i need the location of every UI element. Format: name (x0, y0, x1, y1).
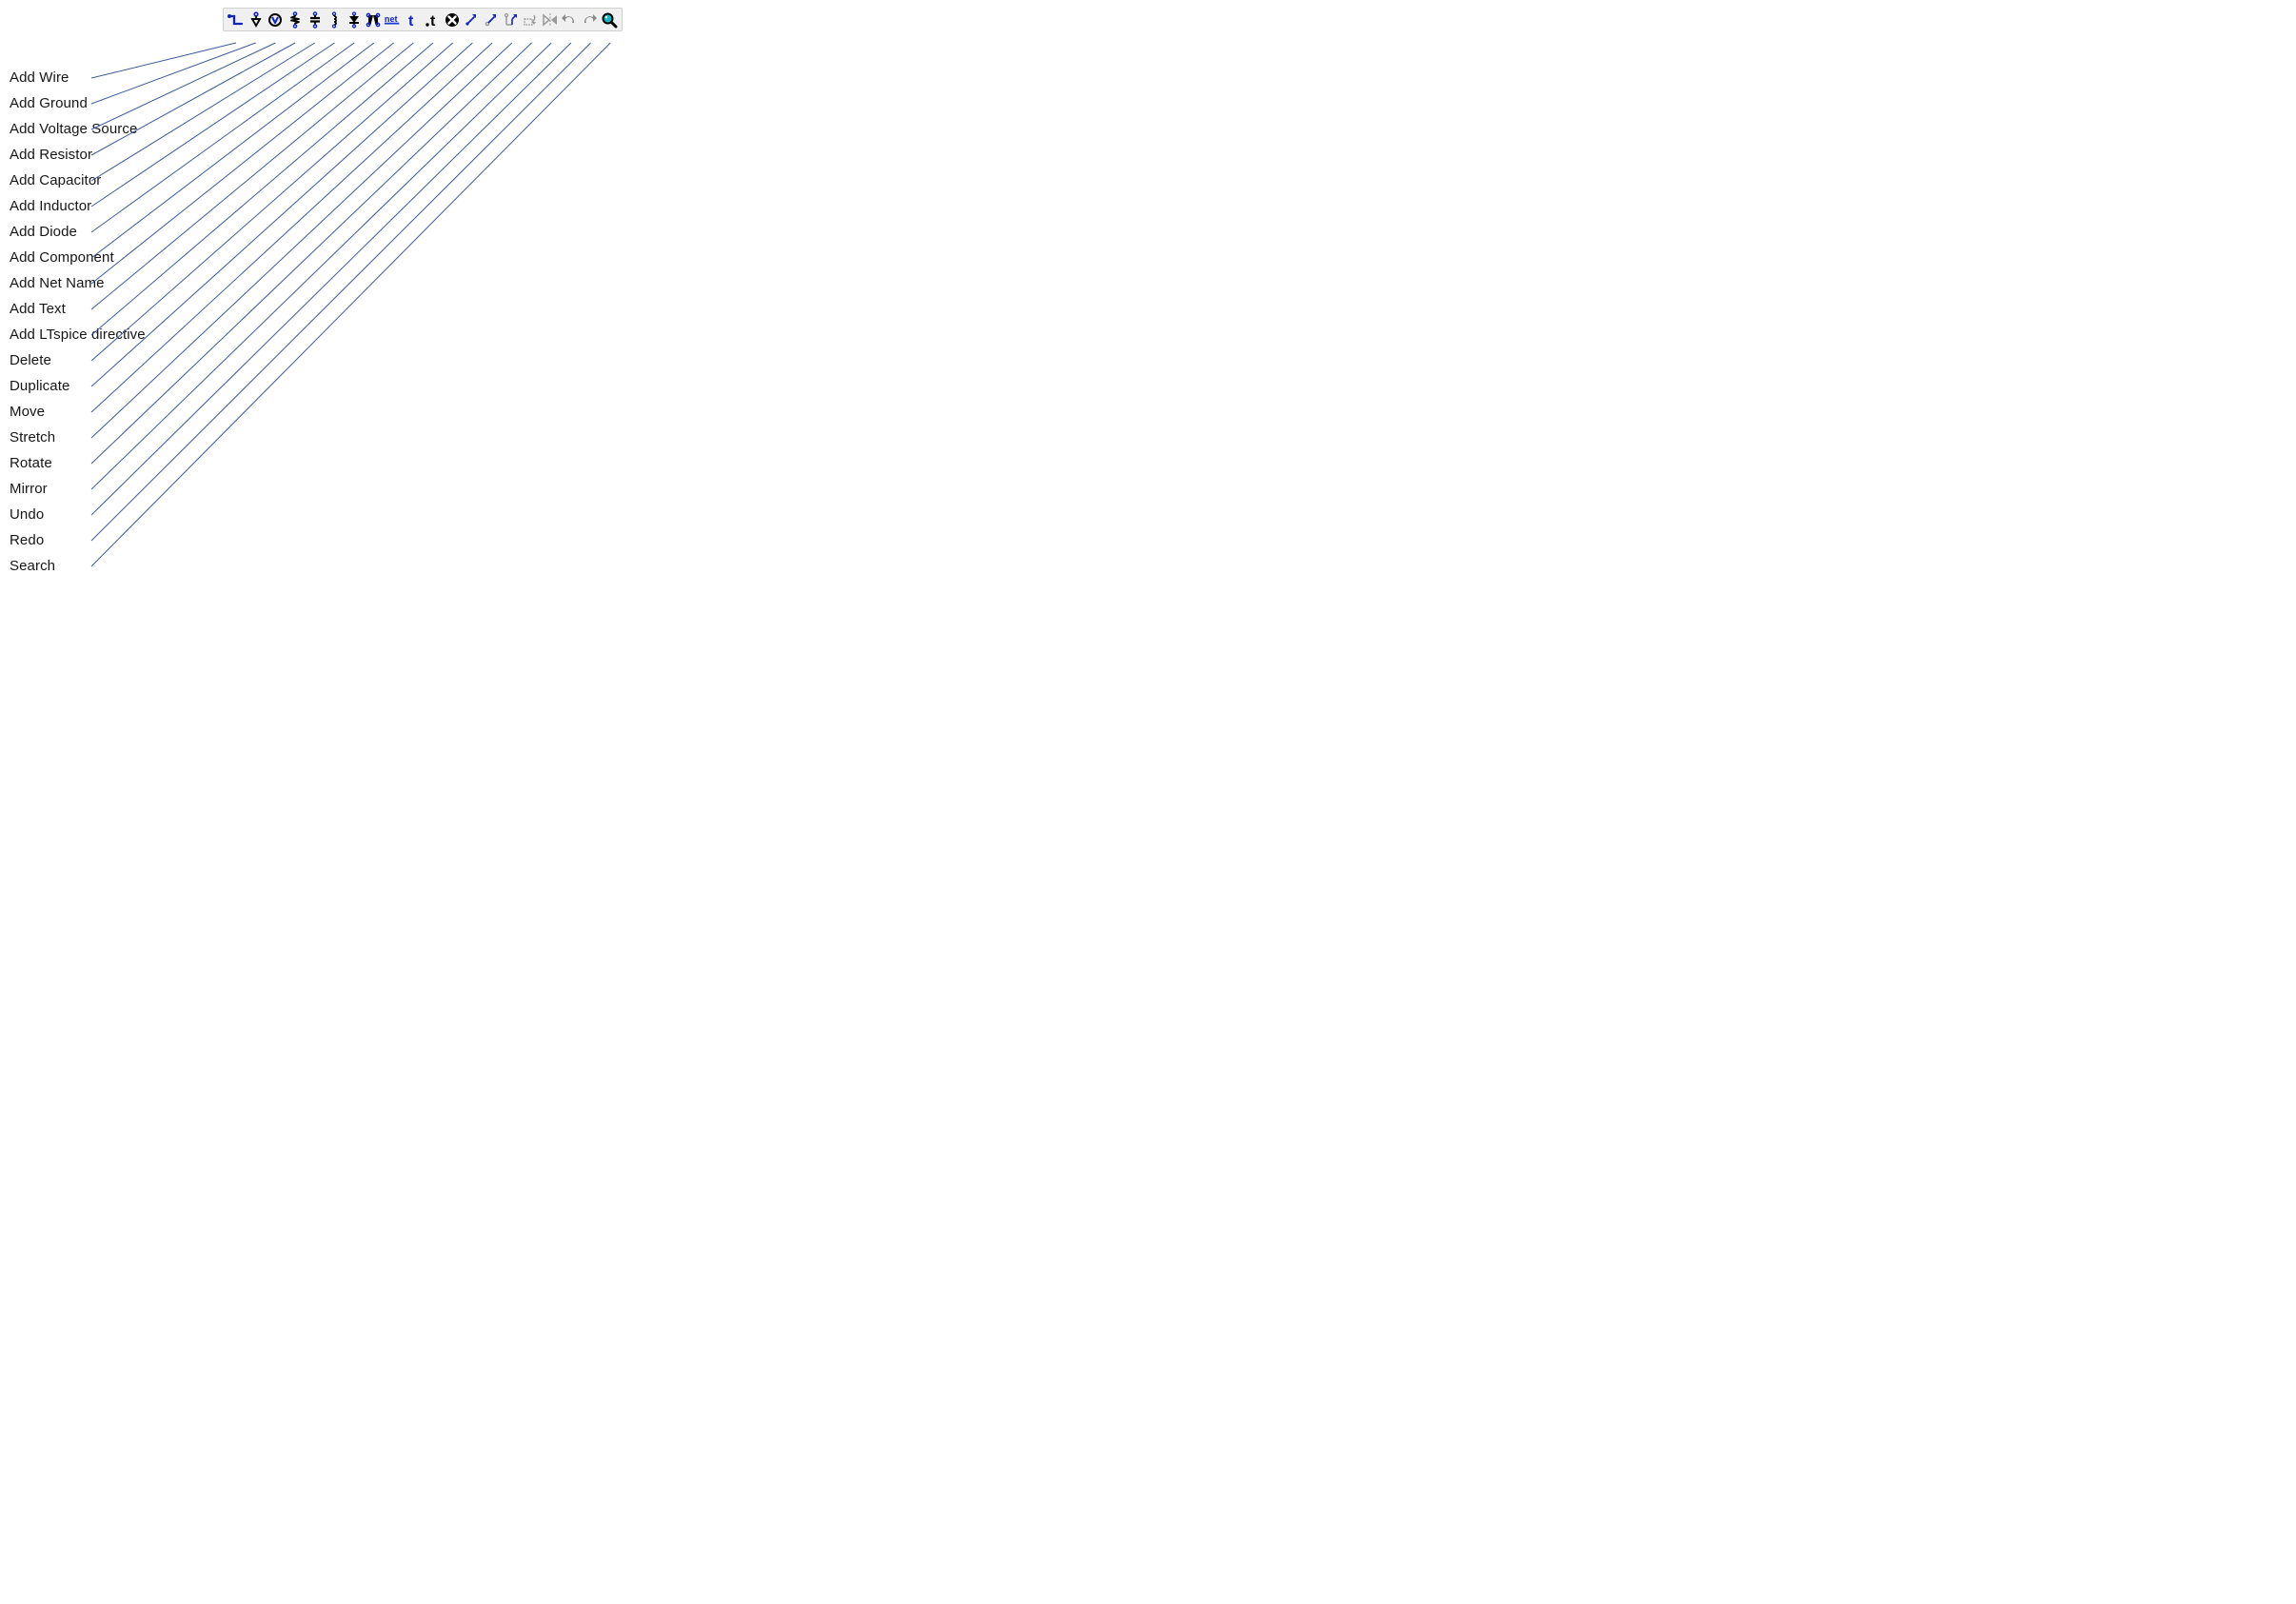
diode-button[interactable] (345, 10, 364, 30)
toolbar: net t t (223, 8, 623, 31)
diode-icon (346, 11, 363, 29)
text-button[interactable]: t (404, 10, 423, 30)
voltage-source-button[interactable] (266, 10, 285, 30)
net-name-button[interactable]: net (384, 10, 403, 30)
label-delete: Delete (10, 351, 146, 370)
wire-icon (228, 11, 245, 29)
label-add-ground: Add Ground (10, 94, 146, 113)
label-redo: Redo (10, 531, 146, 550)
undo-icon (561, 11, 578, 29)
inductor-icon (326, 11, 343, 29)
redo-icon (581, 11, 598, 29)
capacitor-icon (307, 11, 324, 29)
label-duplicate: Duplicate (10, 377, 146, 396)
label-add-capacitor: Add Capacitor (10, 171, 146, 190)
duplicate-button[interactable] (462, 10, 481, 30)
mirror-icon (542, 11, 559, 29)
rotate-button[interactable] (521, 10, 540, 30)
stretch-icon (503, 11, 520, 29)
mirror-button[interactable] (541, 10, 560, 30)
connector-lines (0, 0, 1148, 802)
label-add-inductor: Add Inductor (10, 197, 146, 216)
voltage-source-icon (267, 11, 284, 29)
svg-text:net: net (385, 13, 398, 23)
label-stretch: Stretch (10, 428, 146, 447)
label-add-diode: Add Diode (10, 223, 146, 242)
stretch-button[interactable] (502, 10, 521, 30)
resistor-button[interactable] (286, 10, 305, 30)
label-add-voltage-source: Add Voltage Source (10, 120, 146, 139)
search-icon (601, 11, 618, 29)
label-list: Add Wire Add Ground Add Voltage Source A… (10, 69, 146, 583)
move-icon (483, 11, 500, 29)
label-move: Move (10, 403, 146, 422)
component-icon (365, 11, 382, 29)
svg-text:t: t (408, 13, 414, 29)
svg-text:t: t (430, 13, 436, 29)
label-add-component: Add Component (10, 248, 146, 267)
spice-directive-icon: t (424, 11, 441, 29)
rotate-icon (522, 11, 539, 29)
delete-button[interactable] (443, 10, 462, 30)
inductor-button[interactable] (325, 10, 344, 30)
label-add-wire: Add Wire (10, 69, 146, 88)
resistor-icon (287, 11, 304, 29)
ground-button[interactable] (247, 10, 266, 30)
label-undo: Undo (10, 505, 146, 525)
net-name-icon: net (384, 11, 403, 29)
move-button[interactable] (482, 10, 501, 30)
label-add-resistor: Add Resistor (10, 146, 146, 165)
label-rotate: Rotate (10, 454, 146, 473)
duplicate-icon (463, 11, 480, 29)
capacitor-button[interactable] (306, 10, 325, 30)
component-button[interactable] (364, 10, 383, 30)
wire-button[interactable] (227, 10, 246, 30)
search-button[interactable] (600, 10, 619, 30)
text-icon: t (405, 11, 422, 29)
label-search: Search (10, 557, 146, 576)
delete-icon (444, 11, 461, 29)
spice-directive-button[interactable]: t (423, 10, 442, 30)
redo-button[interactable] (580, 10, 599, 30)
label-add-text: Add Text (10, 300, 146, 319)
ground-icon (247, 11, 265, 29)
label-add-ltspice-directive: Add LTspice directive (10, 326, 146, 345)
label-add-net-name: Add Net Name (10, 274, 146, 293)
undo-button[interactable] (560, 10, 579, 30)
label-mirror: Mirror (10, 480, 146, 499)
